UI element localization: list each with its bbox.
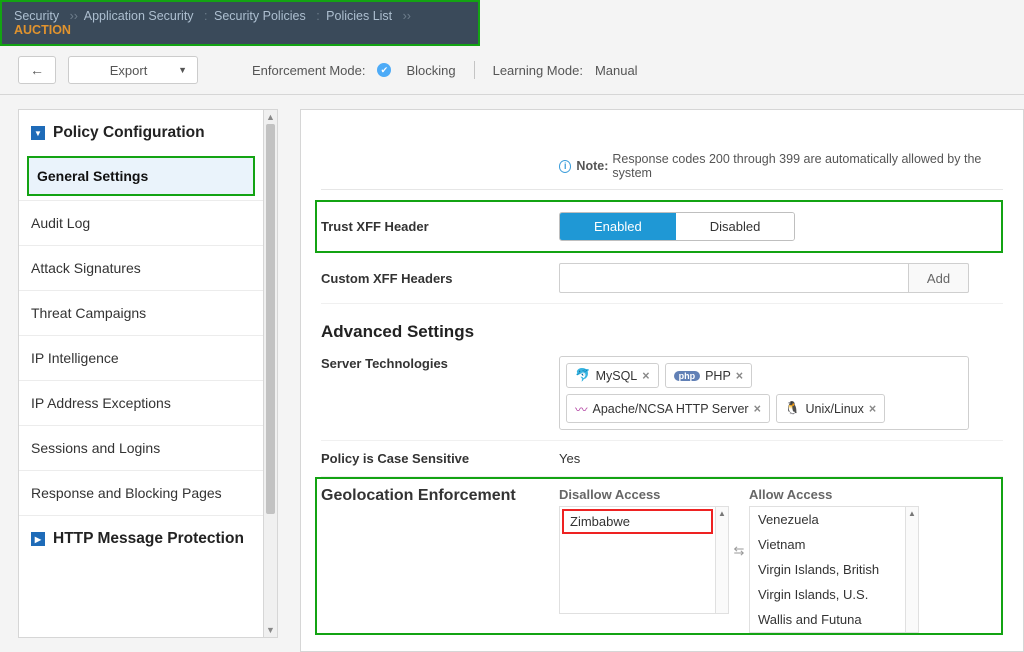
- remove-icon[interactable]: ×: [736, 369, 743, 383]
- bc-colon: :: [316, 9, 319, 23]
- bc-sep: ››: [403, 9, 411, 23]
- sidebar-section-http-protection[interactable]: ▶ HTTP Message Protection: [19, 515, 263, 558]
- allow-heading: Allow Access: [749, 487, 919, 502]
- add-button[interactable]: Add: [909, 263, 969, 293]
- allow-scrollbar[interactable]: ▲: [905, 506, 919, 633]
- section-label: HTTP Message Protection: [53, 530, 244, 548]
- list-item[interactable]: Wallis and Futuna: [750, 607, 905, 632]
- learning-mode-label: Learning Mode:: [493, 63, 583, 78]
- sidebar-item-audit-log[interactable]: Audit Log: [19, 200, 263, 245]
- advanced-settings-heading: Advanced Settings: [321, 322, 1003, 342]
- disallow-heading: Disallow Access: [559, 487, 729, 502]
- server-tech-label: Server Technologies: [321, 356, 559, 371]
- bc-root[interactable]: Security: [14, 9, 59, 23]
- enforcement-mode-label: Enforcement Mode:: [252, 63, 365, 78]
- disallow-listbox[interactable]: Zimbabwe: [559, 506, 715, 614]
- bc-appsecurity[interactable]: Application Security: [84, 9, 194, 23]
- trust-xff-row: Trust XFF Header Enabled Disabled: [315, 200, 1003, 253]
- remove-icon[interactable]: ×: [642, 369, 649, 383]
- server-tech-tagbox[interactable]: 🐬 MySQL × php PHP × 〰 Apache/NCSA HTTP S…: [559, 356, 969, 430]
- sidebar-scrollbar[interactable]: ▲ ▼: [264, 109, 278, 638]
- custom-xff-input[interactable]: [559, 263, 909, 293]
- caret-down-icon: ▼: [178, 65, 187, 75]
- case-sensitive-value: Yes: [559, 451, 580, 466]
- case-sensitive-row: Policy is Case Sensitive Yes: [321, 441, 1003, 477]
- allow-listbox[interactable]: Venezuela Vietnam Virgin Islands, Britis…: [749, 506, 905, 633]
- apache-icon: 〰: [575, 399, 588, 418]
- tag-php[interactable]: php PHP ×: [665, 363, 753, 388]
- case-sensitive-label: Policy is Case Sensitive: [321, 451, 559, 466]
- bc-secpolicies[interactable]: Security Policies: [214, 9, 306, 23]
- sidebar-item-general-settings[interactable]: General Settings: [27, 156, 255, 196]
- trust-xff-toggle[interactable]: Enabled Disabled: [559, 212, 795, 241]
- tag-unix[interactable]: 🐧 Unix/Linux ×: [776, 394, 885, 423]
- custom-xff-row: Custom XFF Headers Add: [321, 253, 1003, 304]
- list-item[interactable]: Virgin Islands, British: [750, 557, 905, 582]
- tag-label: PHP: [705, 369, 731, 383]
- breadcrumb: Security ›› Application Security : Secur…: [0, 0, 480, 46]
- divider: [474, 61, 475, 79]
- sidebar-item-ip-address-exceptions[interactable]: IP Address Exceptions: [19, 380, 263, 425]
- arrow-left-icon: ←: [30, 62, 44, 78]
- custom-xff-label: Custom XFF Headers: [321, 271, 559, 286]
- scroll-thumb[interactable]: [266, 124, 275, 514]
- sidebar-item-sessions-logins[interactable]: Sessions and Logins: [19, 425, 263, 470]
- sidebar-section-policy-config[interactable]: ▼ Policy Configuration: [19, 110, 263, 152]
- disallow-scrollbar[interactable]: ▲: [715, 506, 729, 614]
- list-item[interactable]: Zimbabwe: [562, 509, 713, 534]
- note-label: Note:: [576, 159, 608, 173]
- php-icon: php: [674, 371, 701, 381]
- back-button[interactable]: ←: [18, 56, 56, 84]
- remove-icon[interactable]: ×: [754, 402, 761, 416]
- scroll-up-icon[interactable]: ▲: [264, 110, 277, 124]
- tag-label: MySQL: [596, 369, 638, 383]
- toggle-disabled[interactable]: Disabled: [676, 213, 795, 240]
- bc-sep: ››: [70, 9, 78, 23]
- bc-current: AUCTION: [14, 23, 71, 37]
- scroll-down-icon[interactable]: ▼: [264, 623, 277, 637]
- toolbar: ← Export ▼ Enforcement Mode: ✔ Blocking …: [0, 46, 1024, 95]
- info-icon: i: [559, 160, 571, 173]
- sidebar-item-threat-campaigns[interactable]: Threat Campaigns: [19, 290, 263, 335]
- tag-apache[interactable]: 〰 Apache/NCSA HTTP Server ×: [566, 394, 770, 423]
- learning-mode-value: Manual: [595, 63, 638, 78]
- note-text: Response codes 200 through 399 are autom…: [612, 152, 1003, 180]
- enforcement-mode-value: Blocking: [406, 63, 455, 78]
- list-item[interactable]: Venezuela: [750, 507, 905, 532]
- trust-xff-label: Trust XFF Header: [321, 219, 559, 234]
- remove-icon[interactable]: ×: [869, 402, 876, 416]
- scroll-up-icon[interactable]: ▲: [716, 507, 728, 520]
- toggle-enabled[interactable]: Enabled: [560, 213, 676, 240]
- tag-label: Apache/NCSA HTTP Server: [593, 402, 749, 416]
- export-label: Export: [79, 63, 178, 78]
- expand-icon: ▶: [31, 532, 45, 546]
- scroll-up-icon[interactable]: ▲: [906, 507, 918, 520]
- swap-icon[interactable]: ⇆: [734, 543, 745, 558]
- section-label: Policy Configuration: [53, 124, 205, 142]
- geolocation-row: Geolocation Enforcement Disallow Access …: [315, 477, 1003, 635]
- sidebar: ▼ Policy Configuration General Settings …: [18, 109, 264, 638]
- mysql-icon: 🐬: [575, 368, 591, 383]
- list-item[interactable]: Vietnam: [750, 532, 905, 557]
- shield-check-icon: ✔: [377, 63, 391, 77]
- sidebar-item-response-blocking[interactable]: Response and Blocking Pages: [19, 470, 263, 515]
- tag-mysql[interactable]: 🐬 MySQL ×: [566, 363, 659, 388]
- linux-icon: 🐧: [785, 401, 801, 416]
- export-dropdown[interactable]: Export ▼: [68, 56, 198, 84]
- sidebar-item-ip-intelligence[interactable]: IP Intelligence: [19, 335, 263, 380]
- bc-colon: :: [204, 9, 207, 23]
- server-tech-row: Server Technologies 🐬 MySQL × php PHP × …: [321, 346, 1003, 441]
- collapse-icon: ▼: [31, 126, 45, 140]
- geolocation-label: Geolocation Enforcement: [321, 487, 559, 505]
- bc-policieslist[interactable]: Policies List: [326, 9, 392, 23]
- tag-label: Unix/Linux: [806, 402, 864, 416]
- list-item[interactable]: Virgin Islands, U.S.: [750, 582, 905, 607]
- settings-panel: i Note: Response codes 200 through 399 a…: [300, 109, 1024, 652]
- swap-column: ⇆: [729, 487, 749, 559]
- response-code-note: i Note: Response codes 200 through 399 a…: [321, 152, 1003, 190]
- sidebar-item-attack-signatures[interactable]: Attack Signatures: [19, 245, 263, 290]
